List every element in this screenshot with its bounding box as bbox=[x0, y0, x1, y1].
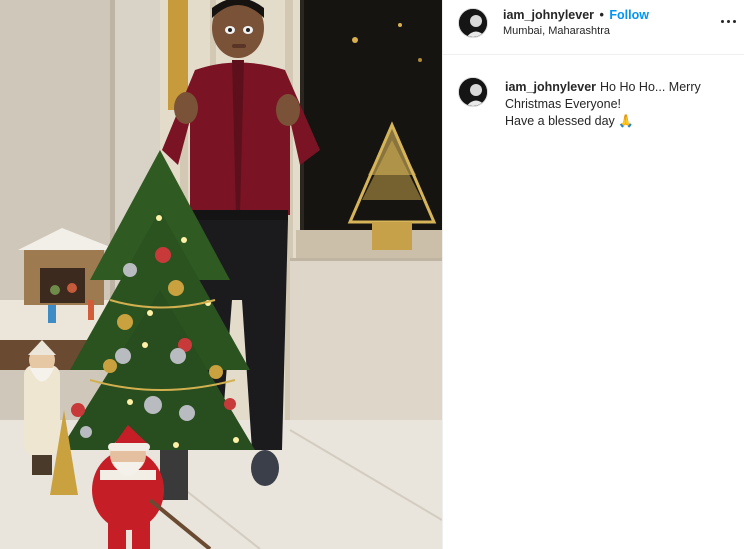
header-user-line: iam_johnylever • Follow bbox=[503, 8, 649, 22]
profile-avatar[interactable] bbox=[458, 8, 488, 38]
photo-scene bbox=[0, 0, 442, 549]
avatar-image bbox=[459, 9, 487, 37]
post-header: iam_johnylever • Follow Mumbai, Maharash… bbox=[443, 0, 744, 55]
post-caption: iam_johnylever Ho Ho Ho... Merry Christma… bbox=[505, 79, 737, 130]
header-username-link[interactable]: iam_johnylever bbox=[503, 8, 594, 22]
location-link[interactable]: Mumbai, Maharashtra bbox=[503, 25, 610, 37]
header-separator: • bbox=[599, 8, 604, 22]
post-sidebar: iam_johnylever • Follow Mumbai, Maharash… bbox=[442, 0, 744, 549]
more-horizontal-icon bbox=[732, 19, 736, 23]
more-horizontal-icon bbox=[726, 19, 730, 23]
instagram-post: iam_johnylever • Follow Mumbai, Maharash… bbox=[0, 0, 744, 549]
follow-button[interactable]: Follow bbox=[609, 8, 649, 22]
more-horizontal-icon bbox=[720, 19, 724, 23]
caption-avatar[interactable] bbox=[458, 77, 488, 107]
avatar-image bbox=[459, 78, 487, 106]
more-options-button[interactable] bbox=[718, 11, 738, 31]
post-photo[interactable] bbox=[0, 0, 442, 549]
caption-username-link[interactable]: iam_johnylever bbox=[505, 80, 596, 94]
